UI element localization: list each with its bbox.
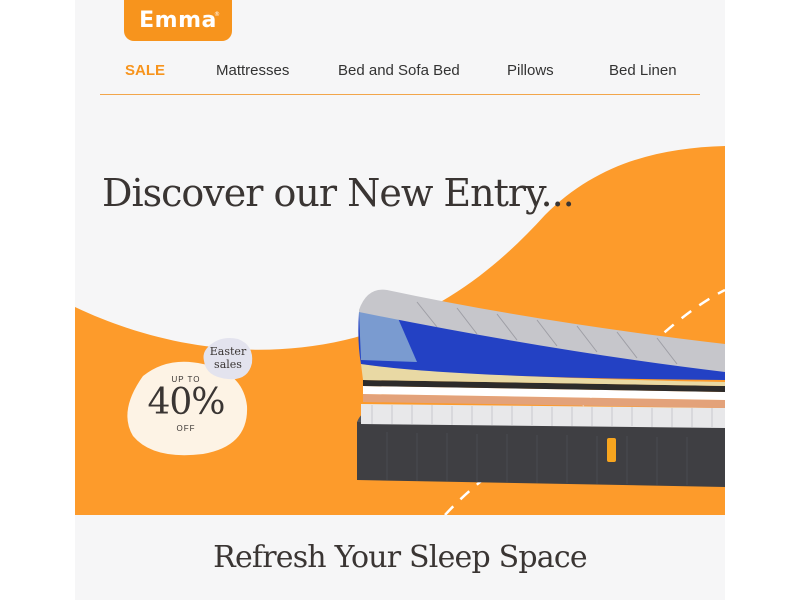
nav-item-mattresses[interactable]: Mattresses [216, 62, 289, 79]
logo-text: Emma [139, 8, 217, 33]
easter-sales-text: Easter sales [209, 345, 247, 371]
trademark-mark: ® [214, 11, 220, 18]
main-navigation: SALE Mattresses Bed and Sofa Bed Pillows… [100, 52, 700, 95]
nav-item-bed-and-sofa-bed[interactable]: Bed and Sofa Bed [338, 62, 460, 79]
nav-item-bed-linen[interactable]: Bed Linen [609, 62, 677, 79]
easter-sales-tag: Easter sales [202, 335, 254, 381]
nav-item-pillows[interactable]: Pillows [507, 62, 554, 79]
email-page: Emma ® SALE Mattresses Bed and Sofa Bed … [75, 0, 725, 600]
badge-off-text: OFF [176, 424, 196, 433]
badge-percent: 40% [147, 382, 225, 423]
hero-headline: Discover our New Entry... [102, 171, 575, 215]
nav-item-sale[interactable]: SALE [125, 62, 165, 79]
section-title: Refresh Your Sleep Space [213, 540, 587, 575]
emma-logo[interactable]: Emma ® [124, 0, 232, 41]
mattress-layers-image [357, 282, 725, 497]
